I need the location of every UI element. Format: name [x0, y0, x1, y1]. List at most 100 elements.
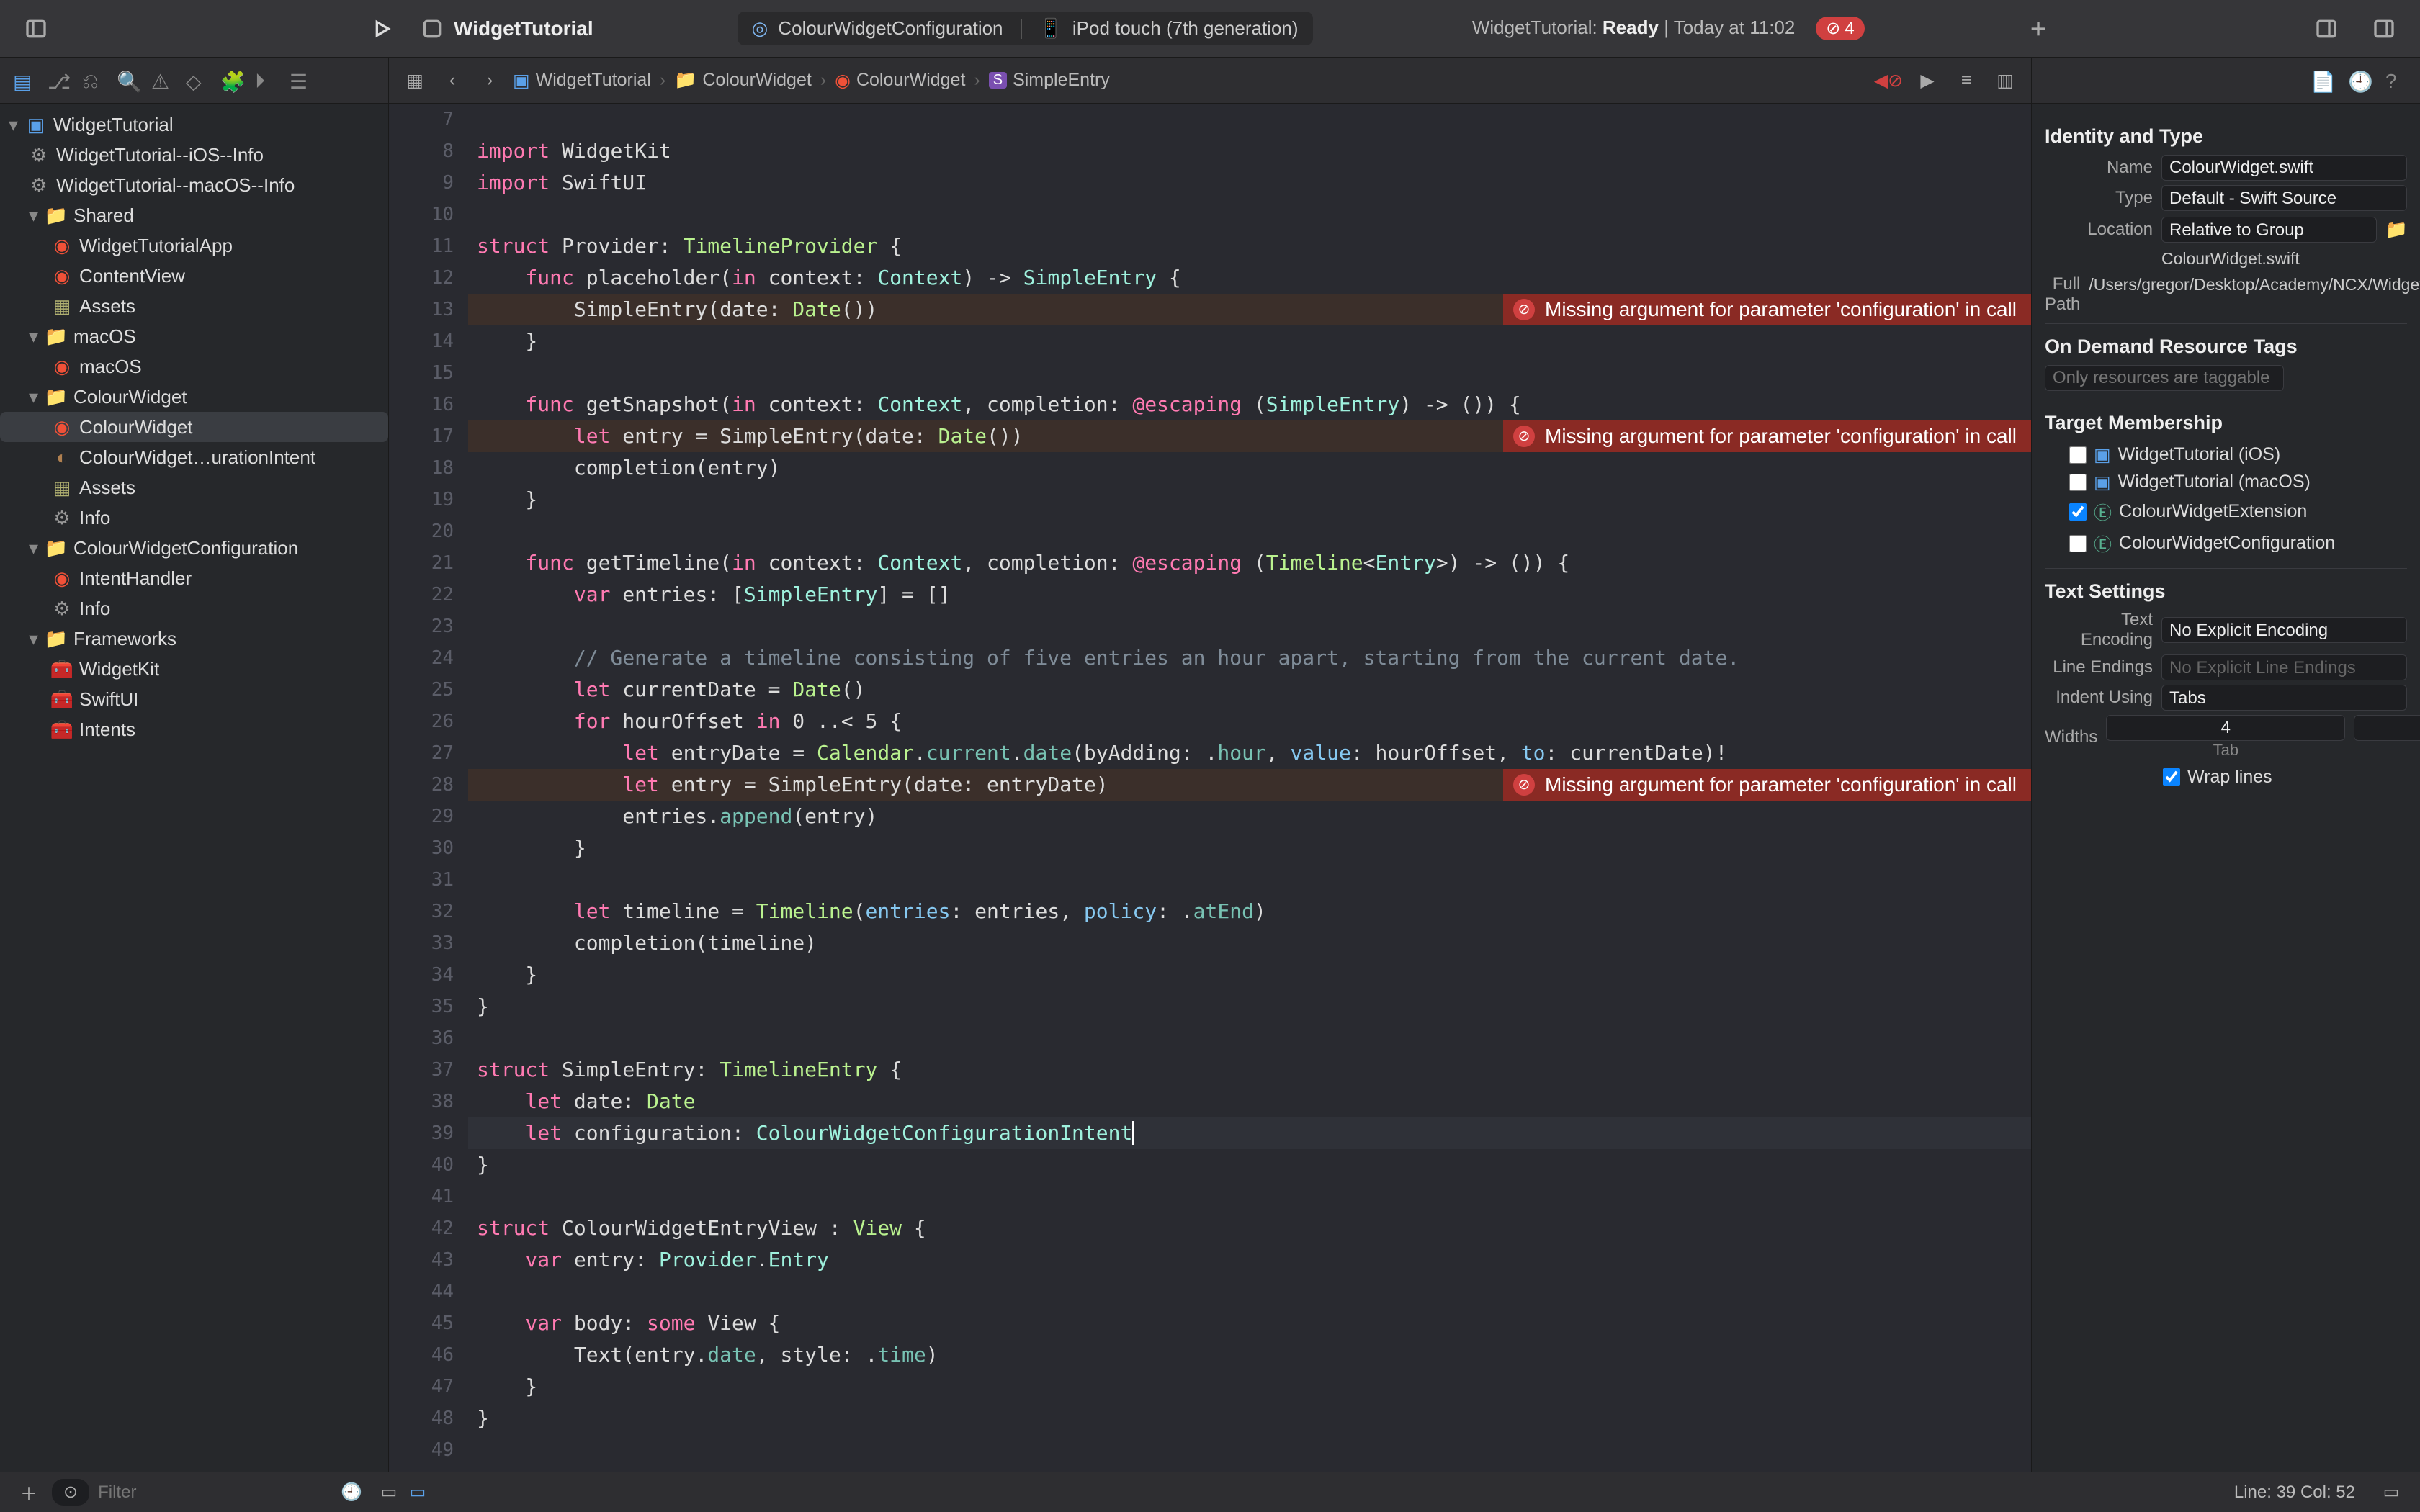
error-banner[interactable]: ⊘Missing argument for parameter 'configu…	[1503, 769, 2031, 801]
tree-item[interactable]: ⚙WidgetTutorial--iOS--Info	[0, 140, 388, 170]
project-navigator-icon[interactable]: ▤	[13, 70, 35, 91]
tree-item[interactable]: ◉IntentHandler	[0, 563, 388, 593]
code-line[interactable]: Text(entry.date, style: .time)	[468, 1339, 2031, 1371]
tree-item[interactable]: ◉ContentView	[0, 261, 388, 291]
code-line[interactable]	[468, 1022, 2031, 1054]
code-line[interactable]: struct ColourWidgetEntryView : View {	[468, 1212, 2031, 1244]
breakpoint-navigator-icon[interactable]: ⏵	[255, 70, 277, 91]
code-line[interactable]	[468, 357, 2031, 389]
tree-item[interactable]: ⚙WidgetTutorial--macOS--Info	[0, 170, 388, 200]
file-inspector-icon[interactable]: 📄	[2311, 70, 2332, 91]
project-title[interactable]: WidgetTutorial	[454, 17, 593, 40]
code-line[interactable]: }	[468, 1403, 2031, 1434]
code-line[interactable]	[468, 1181, 2031, 1212]
code-line[interactable]: }	[468, 325, 2031, 357]
code-line[interactable]: }	[468, 991, 2031, 1022]
code-area[interactable]: import WidgetKitimport SwiftUIstruct Pro…	[468, 104, 2031, 1472]
tree-root[interactable]: ▾▣WidgetTutorial	[0, 109, 388, 140]
test-navigator-icon[interactable]: ◇	[186, 70, 207, 91]
source-control-navigator-icon[interactable]: ⎇	[48, 70, 69, 91]
code-line[interactable]: let entry = SimpleEntry(date: entryDate)…	[468, 769, 2031, 801]
target-check-config[interactable]: ⒺColourWidgetConfiguration	[2045, 528, 2407, 559]
tree-item[interactable]: ⚙Info	[0, 593, 388, 624]
code-line[interactable]	[468, 199, 2031, 230]
tree-item-selected[interactable]: ◉ColourWidget	[0, 412, 388, 442]
tree-group-frameworks[interactable]: ▾📁Frameworks	[0, 624, 388, 654]
tree-item[interactable]: 🧰WidgetKit	[0, 654, 388, 684]
filter-input[interactable]	[98, 1482, 242, 1503]
run-button[interactable]	[367, 14, 396, 43]
report-navigator-icon[interactable]: ☰	[290, 70, 311, 91]
code-line[interactable]: var entry: Provider.Entry	[468, 1244, 2031, 1276]
name-field[interactable]	[2161, 155, 2407, 181]
code-line[interactable]	[468, 516, 2031, 547]
wrap-lines-check[interactable]: Wrap lines	[2045, 764, 2407, 791]
related-items-icon[interactable]: ▦	[400, 66, 429, 95]
tree-item[interactable]: ▦Assets	[0, 291, 388, 321]
code-line[interactable]: let currentDate = Date()	[468, 674, 2031, 706]
jump-crumb-folder[interactable]: 📁 ColourWidget	[674, 70, 812, 91]
code-line[interactable]: // Generate a timeline consisting of fiv…	[468, 642, 2031, 674]
tree-item[interactable]: 🧰Intents	[0, 714, 388, 744]
error-banner[interactable]: ⊘Missing argument for parameter 'configu…	[1503, 420, 2031, 452]
tree-item[interactable]: 🧰SwiftUI	[0, 684, 388, 714]
tree-group-macos[interactable]: ▾📁macOS	[0, 321, 388, 351]
target-check-macos[interactable]: ▣WidgetTutorial (macOS)	[2045, 469, 2407, 496]
code-line[interactable]	[468, 104, 2031, 135]
tree-group-colourwidget[interactable]: ▾📁ColourWidget	[0, 382, 388, 412]
add-file-icon[interactable]: ＋	[14, 1478, 43, 1507]
scheme-selector[interactable]: ◎ ColourWidgetConfiguration 📱 iPod touch…	[738, 12, 1313, 45]
forward-icon[interactable]: ›	[475, 66, 504, 95]
toggle-debug-area-icon[interactable]: ▭	[2377, 1478, 2406, 1507]
code-line[interactable]: entries.append(entry)	[468, 801, 2031, 832]
code-line[interactable]: let date: Date	[468, 1086, 2031, 1117]
tree-item[interactable]: ▦Assets	[0, 472, 388, 503]
indent-width-stepper[interactable]	[2354, 715, 2420, 741]
history-inspector-icon[interactable]: 🕘	[2348, 70, 2370, 91]
code-line[interactable]	[468, 864, 2031, 896]
code-line[interactable]: }	[468, 1371, 2031, 1403]
error-step-back-icon[interactable]: ◀⊘	[1874, 66, 1903, 95]
code-line[interactable]: let entry = SimpleEntry(date: Date())⊘Mi…	[468, 420, 2031, 452]
target-check-ext[interactable]: ⒺColourWidgetExtension	[2045, 496, 2407, 528]
indent-using-select[interactable]: Tabs	[2161, 685, 2407, 711]
tree-group-config[interactable]: ▾📁ColourWidgetConfiguration	[0, 533, 388, 563]
code-line[interactable]: }	[468, 959, 2031, 991]
code-line[interactable]: }	[468, 832, 2031, 864]
jump-crumb-symbol[interactable]: S SimpleEntry	[989, 70, 1110, 91]
error-banner[interactable]: ⊘Missing argument for parameter 'configu…	[1503, 294, 2031, 325]
encoding-select[interactable]: No Explicit Encoding	[2161, 617, 2407, 643]
jump-crumb-file[interactable]: ◉ ColourWidget	[835, 70, 965, 91]
code-line[interactable]: import WidgetKit	[468, 135, 2031, 167]
scm-filter-icon[interactable]: ▭	[375, 1478, 403, 1507]
toggle-navigator-icon[interactable]	[22, 14, 50, 43]
debug-console-icon[interactable]: ▭	[403, 1478, 432, 1507]
recent-filter-icon[interactable]: 🕘	[337, 1478, 366, 1507]
code-line[interactable]: let entryDate = Calendar.current.date(by…	[468, 737, 2031, 769]
error-step-fwd-icon[interactable]: ▶	[1913, 66, 1942, 95]
tree-item[interactable]: ⚙Info	[0, 503, 388, 533]
add-button[interactable]	[2024, 14, 2053, 43]
tree-item[interactable]: ◐ColourWidget…urationIntent	[0, 442, 388, 472]
code-line[interactable]: func getTimeline(in context: Context, co…	[468, 547, 2031, 579]
back-icon[interactable]: ‹	[438, 66, 467, 95]
tree-item[interactable]: ◉macOS	[0, 351, 388, 382]
code-line[interactable]: SimpleEntry(date: Date())⊘Missing argume…	[468, 294, 2031, 325]
find-navigator-icon[interactable]: 🔍	[117, 70, 138, 91]
target-check-ios[interactable]: ▣WidgetTutorial (iOS)	[2045, 441, 2407, 469]
minimap-icon[interactable]: ≡	[1952, 66, 1981, 95]
code-line[interactable]: let configuration: ColourWidgetConfigura…	[468, 1117, 2031, 1149]
code-line[interactable]: var entries: [SimpleEntry] = []	[468, 579, 2031, 611]
debug-navigator-icon[interactable]: 🧩	[220, 70, 242, 91]
lineendings-select[interactable]: No Explicit Line Endings	[2161, 654, 2407, 680]
code-line[interactable]: var body: some View {	[468, 1308, 2031, 1339]
code-line[interactable]	[468, 1276, 2031, 1308]
code-line[interactable]: struct Provider: TimelineProvider {	[468, 230, 2031, 262]
library-icon[interactable]	[2312, 14, 2341, 43]
tab-width-stepper[interactable]	[2106, 715, 2345, 741]
toggle-inspector-icon[interactable]	[2370, 14, 2398, 43]
code-line[interactable]: let timeline = Timeline(entries: entries…	[468, 896, 2031, 927]
code-line[interactable]: completion(entry)	[468, 452, 2031, 484]
code-line[interactable]: func getSnapshot(in context: Context, co…	[468, 389, 2031, 420]
code-line[interactable]: }	[468, 484, 2031, 516]
